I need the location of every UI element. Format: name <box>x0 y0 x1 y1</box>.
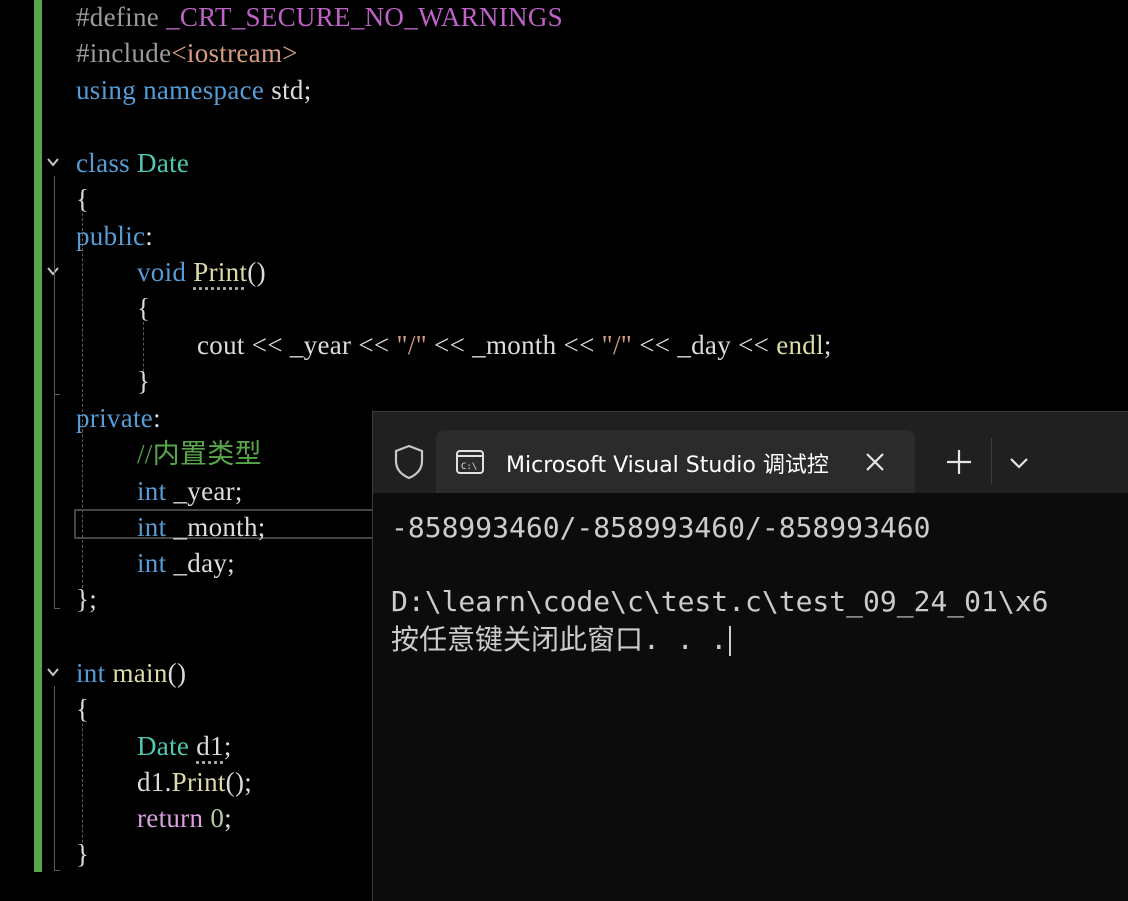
code-line-2[interactable]: #include<iostream> <box>76 36 298 70</box>
code-line-1[interactable]: #define _CRT_SECURE_NO_WARNINGS <box>76 0 563 34</box>
close-icon[interactable] <box>861 448 889 476</box>
console-app-icon: C:\ <box>456 450 484 474</box>
debug-console-window[interactable]: C:\ Microsoft Visual Studio 调试控 -8589934… <box>372 411 1128 901</box>
code-line-13[interactable]: //内置类型 <box>137 437 262 471</box>
terminal-tab-title: Microsoft Visual Studio 调试控 <box>506 453 829 478</box>
console-output-line: -858993460/-858993460/-858993460 <box>391 511 931 544</box>
fold-chevron-icon[interactable] <box>46 155 60 169</box>
tabstrip-divider <box>991 438 992 484</box>
fold-region-end <box>54 870 60 871</box>
code-line-16[interactable]: int _day; <box>137 546 235 580</box>
console-prompt-line[interactable]: 按任意键关闭此窗口. . . <box>391 621 732 659</box>
code-line-14[interactable]: int _year; <box>137 474 243 508</box>
fold-chevron-icon[interactable] <box>46 665 60 679</box>
shield-icon[interactable] <box>393 444 425 480</box>
code-line-8[interactable]: void Print() <box>137 255 266 289</box>
code-line-15[interactable]: int _month; <box>137 510 266 544</box>
fold-region-end <box>54 394 60 395</box>
fold-region-line <box>54 686 55 870</box>
svg-text:C:\: C:\ <box>461 462 477 472</box>
code-line-5[interactable]: class Date <box>76 146 189 180</box>
code-line-23[interactable]: return 0; <box>137 801 232 835</box>
text-cursor <box>729 626 732 656</box>
code-line-11[interactable]: } <box>137 364 150 398</box>
code-line-7[interactable]: public: <box>76 219 153 253</box>
code-line-9[interactable]: { <box>137 291 150 325</box>
code-line-12[interactable]: private: <box>76 401 161 435</box>
fold-region-line <box>54 286 55 394</box>
code-line-3[interactable]: using namespace std; <box>76 73 312 107</box>
terminal-tab[interactable]: C:\ Microsoft Visual Studio 调试控 <box>436 430 915 493</box>
change-tracking-bar <box>34 0 42 872</box>
code-line-17[interactable]: }; <box>76 582 97 616</box>
fold-region-end <box>54 608 60 609</box>
code-line-22[interactable]: d1.Print(); <box>137 765 252 799</box>
code-line-21[interactable]: Date d1; <box>137 729 232 763</box>
code-line-19[interactable]: int main() <box>76 656 186 690</box>
code-line-6[interactable]: { <box>76 182 89 216</box>
console-output-line: D:\learn\code\c\test.c\test_09_24_01\x6 <box>391 585 1049 618</box>
terminal-tabstrip: C:\ Microsoft Visual Studio 调试控 <box>373 412 1128 493</box>
chevron-down-icon[interactable] <box>1003 448 1035 478</box>
code-line-24[interactable]: } <box>76 837 89 871</box>
fold-chevron-icon[interactable] <box>46 264 60 278</box>
code-line-10[interactable]: cout << _year << "/" << _month << "/" <<… <box>197 328 832 362</box>
code-line-20[interactable]: { <box>76 692 89 726</box>
plus-icon[interactable] <box>941 444 977 480</box>
